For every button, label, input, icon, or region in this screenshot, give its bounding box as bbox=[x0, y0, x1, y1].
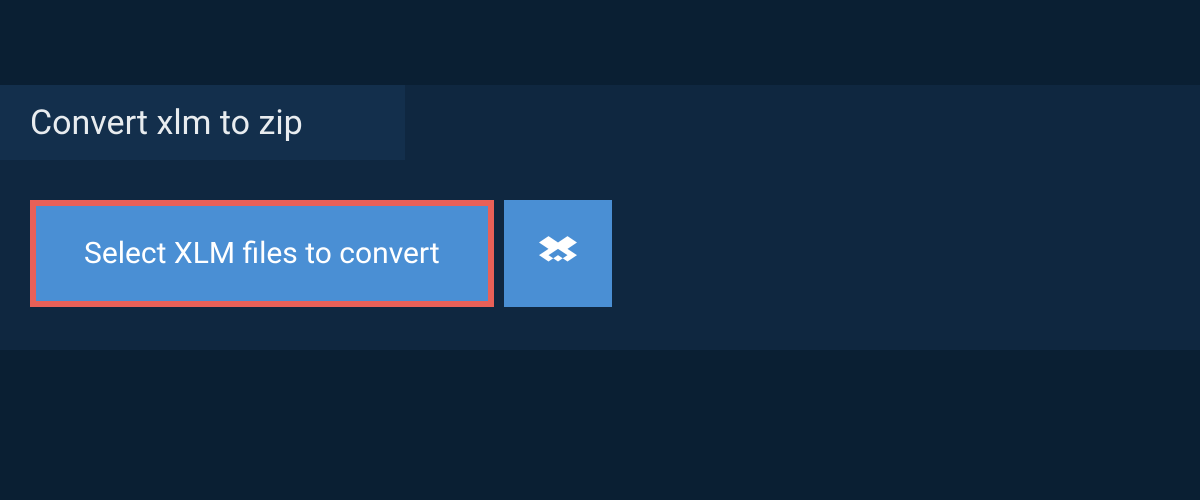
dropbox-icon bbox=[539, 233, 577, 275]
title-tab: Convert xlm to zip bbox=[0, 85, 405, 160]
select-files-button[interactable]: Select XLM files to convert bbox=[30, 200, 494, 307]
select-files-label: Select XLM files to convert bbox=[84, 236, 440, 271]
top-strip bbox=[0, 0, 1200, 85]
action-panel: Select XLM files to convert bbox=[30, 200, 612, 307]
bottom-strip bbox=[0, 350, 1200, 500]
page-title: Convert xlm to zip bbox=[30, 103, 303, 143]
dropbox-button[interactable] bbox=[504, 200, 612, 307]
